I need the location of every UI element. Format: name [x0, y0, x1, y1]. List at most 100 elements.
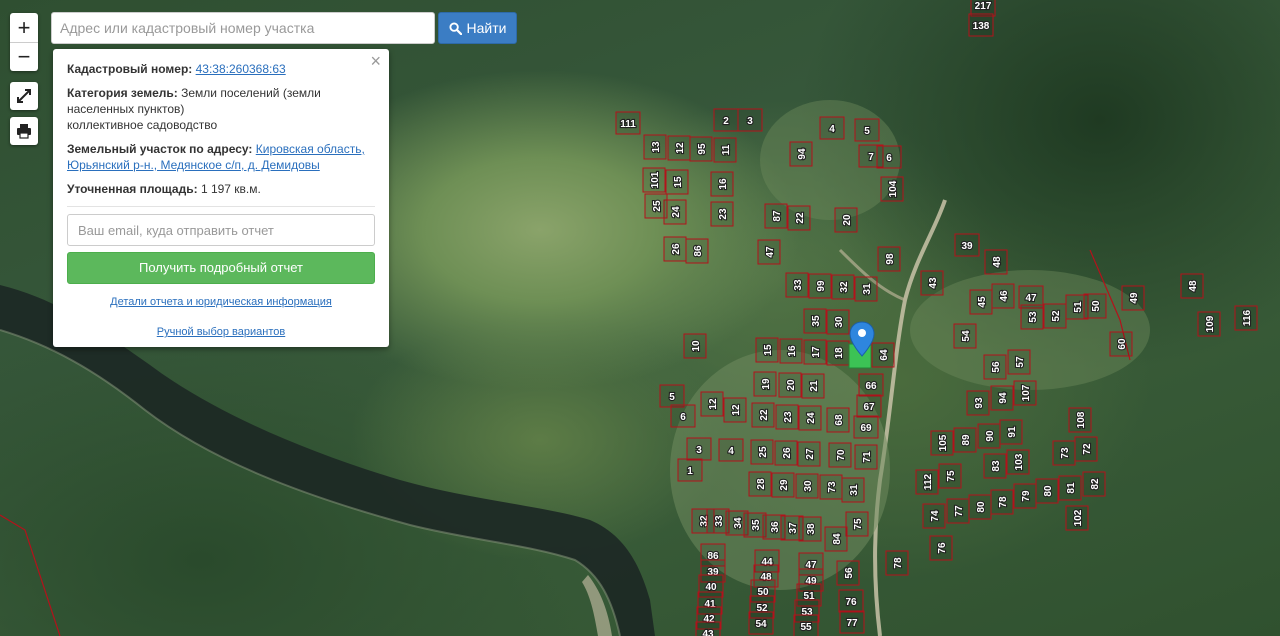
plot-12[interactable]: 12: [667, 135, 691, 161]
plot-43[interactable]: 43: [920, 270, 944, 296]
plot-74[interactable]: 74: [922, 503, 946, 529]
plot-4[interactable]: 4: [819, 116, 845, 140]
plot-3[interactable]: 3: [686, 437, 712, 461]
plot-21[interactable]: 21: [801, 373, 825, 399]
plot-26[interactable]: 26: [774, 440, 798, 466]
plot-80[interactable]: 80: [1035, 478, 1059, 504]
plot-90[interactable]: 90: [977, 423, 1001, 449]
plot-111[interactable]: 111: [615, 111, 641, 135]
plot-29[interactable]: 29: [771, 472, 795, 498]
plot-22[interactable]: 22: [787, 205, 811, 231]
plot-82[interactable]: 82: [1082, 471, 1106, 497]
plot-69[interactable]: 69: [853, 415, 879, 439]
plot-64[interactable]: 64: [871, 342, 895, 368]
plot-17[interactable]: 17: [803, 339, 827, 365]
plot-26[interactable]: 26: [663, 236, 687, 262]
plot-91[interactable]: 91: [999, 419, 1023, 445]
search-input[interactable]: [51, 12, 435, 44]
plot-71[interactable]: 71: [854, 444, 878, 470]
plot-47[interactable]: 47: [757, 239, 781, 265]
plot-81[interactable]: 81: [1058, 475, 1082, 501]
plot-15[interactable]: 15: [665, 169, 689, 195]
plot-46[interactable]: 46: [991, 283, 1015, 309]
plot-87[interactable]: 87: [764, 203, 788, 229]
plot-102[interactable]: 102: [1065, 505, 1089, 531]
plot-99[interactable]: 99: [808, 273, 832, 299]
plot-55[interactable]: 55: [793, 614, 819, 636]
plot-57[interactable]: 57: [1007, 349, 1031, 375]
plot-78[interactable]: 78: [990, 489, 1014, 515]
zoom-in-button[interactable]: +: [10, 13, 38, 42]
plot-54[interactable]: 54: [953, 323, 977, 349]
plot-25[interactable]: 25: [750, 439, 774, 465]
plot-5[interactable]: 5: [854, 118, 880, 142]
plot-94[interactable]: 94: [990, 385, 1014, 411]
plot-112[interactable]: 112: [915, 469, 939, 495]
plot-109[interactable]: 109: [1197, 311, 1221, 337]
manual-selection-link[interactable]: Ручной выбор вариантов: [67, 324, 375, 340]
plot-27[interactable]: 27: [797, 441, 821, 467]
plot-12[interactable]: 12: [700, 391, 724, 417]
plot-66[interactable]: 66: [858, 373, 884, 397]
plot-49[interactable]: 49: [1121, 285, 1145, 311]
zoom-out-button[interactable]: −: [10, 42, 38, 71]
get-report-button[interactable]: Получить подробный отчет: [67, 252, 375, 284]
plot-56[interactable]: 56: [983, 354, 1007, 380]
plot-35[interactable]: 35: [803, 308, 827, 334]
plot-10[interactable]: 10: [683, 333, 707, 359]
plot-16[interactable]: 16: [779, 338, 803, 364]
plot-30[interactable]: 30: [795, 473, 819, 499]
plot-105[interactable]: 105: [930, 430, 954, 456]
plot-22[interactable]: 22: [751, 402, 775, 428]
plot-75[interactable]: 75: [845, 511, 869, 537]
plot-1[interactable]: 1: [677, 458, 703, 482]
plot-23[interactable]: 23: [775, 404, 799, 430]
plot-103[interactable]: 103: [1006, 449, 1030, 475]
plot-86[interactable]: 86: [685, 238, 709, 264]
plot-11[interactable]: 11: [713, 137, 737, 163]
plot-60[interactable]: 60: [1109, 331, 1133, 357]
search-button[interactable]: Найти: [438, 12, 517, 44]
plot-2[interactable]: 2: [713, 108, 739, 132]
plot-5[interactable]: 5: [659, 384, 685, 408]
plot-93[interactable]: 93: [966, 390, 990, 416]
plot-76[interactable]: 76: [838, 589, 864, 613]
plot-50[interactable]: 50: [1083, 293, 1107, 319]
plot-76[interactable]: 76: [929, 535, 953, 561]
plot-53[interactable]: 53: [1020, 304, 1044, 330]
plot-23[interactable]: 23: [710, 201, 734, 227]
plot-108[interactable]: 108: [1068, 407, 1092, 433]
plot-13[interactable]: 13: [643, 134, 667, 160]
plot-18[interactable]: 18: [826, 340, 850, 366]
report-details-link[interactable]: Детали отчета и юридическая информация: [67, 294, 375, 310]
plot-25[interactable]: 25: [644, 193, 668, 219]
plot-107[interactable]: 107: [1013, 380, 1037, 406]
plot-16[interactable]: 16: [710, 171, 734, 197]
plot-95[interactable]: 95: [689, 136, 713, 162]
plot-101[interactable]: 101: [642, 167, 666, 193]
plot-104[interactable]: 104: [880, 176, 904, 202]
email-field[interactable]: [67, 214, 375, 246]
plot-67[interactable]: 67: [856, 394, 882, 418]
plot-78[interactable]: 78: [885, 550, 909, 576]
plot-31[interactable]: 31: [854, 276, 878, 302]
plot-6[interactable]: 6: [670, 404, 696, 428]
plot-20[interactable]: 20: [834, 207, 858, 233]
plot-43[interactable]: 43: [695, 621, 721, 636]
plot-19[interactable]: 19: [753, 371, 777, 397]
plot-31[interactable]: 31: [841, 477, 865, 503]
plot-20[interactable]: 20: [778, 372, 802, 398]
print-button[interactable]: [10, 117, 38, 145]
plot-77[interactable]: 77: [839, 610, 865, 634]
plot-3[interactable]: 3: [737, 108, 763, 132]
plot-48[interactable]: 48: [984, 249, 1008, 275]
plot-83[interactable]: 83: [983, 453, 1007, 479]
plot-24[interactable]: 24: [798, 405, 822, 431]
plot-94[interactable]: 94: [789, 141, 813, 167]
plot-80[interactable]: 80: [968, 494, 992, 520]
plot-79[interactable]: 79: [1013, 483, 1037, 509]
plot-12[interactable]: 12: [723, 397, 747, 423]
plot-68[interactable]: 68: [826, 407, 850, 433]
plot-39[interactable]: 39: [954, 233, 980, 257]
plot-56[interactable]: 56: [836, 560, 860, 586]
